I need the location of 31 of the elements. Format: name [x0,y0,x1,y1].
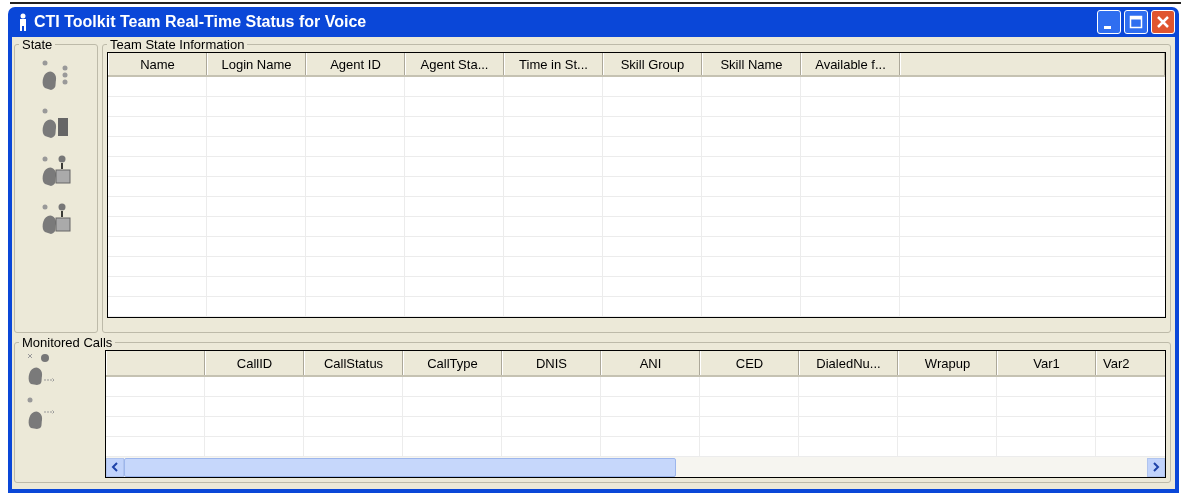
column-header[interactable]: CallID [205,351,304,375]
scroll-right-button[interactable] [1147,457,1165,477]
column-header[interactable]: Time in St... [504,53,603,75]
column-header[interactable]: Var1 [997,351,1096,375]
group-label: State [21,37,54,52]
column-header[interactable]: CED [700,351,799,375]
minimize-icon [1103,25,1111,29]
maximize-icon [1129,15,1143,29]
column-header[interactable]: Skill Name [702,53,801,75]
column-header[interactable]: Agent ID [306,53,405,75]
column-header[interactable]: Wrapup [898,351,997,375]
close-button[interactable] [1151,10,1175,34]
group-label: Team State Information [109,37,246,52]
column-header[interactable]: Name [108,53,207,75]
close-icon [1156,15,1170,29]
column-header[interactable]: Skill Group [603,53,702,75]
column-header[interactable]: Agent Sta... [405,53,504,75]
window-title: CTI Toolkit Team Real-Time Status for Voice [34,13,367,31]
column-header[interactable]: Var2 [1096,351,1165,375]
column-header[interactable]: CallType [403,351,502,375]
group-label: Monitored Calls [21,335,114,350]
column-header[interactable]: CallStatus [304,351,403,375]
agent-icon [18,13,28,31]
minimize-button[interactable] [1097,10,1121,34]
maximize-button[interactable] [1124,10,1148,34]
scroll-left-button[interactable] [106,457,124,477]
column-header[interactable]: DNIS [502,351,601,375]
column-header[interactable]: ANI [601,351,700,375]
column-header[interactable]: DialedNu... [799,351,898,375]
column-header[interactable]: Available f... [801,53,900,75]
column-header[interactable]: Login Name [207,53,306,75]
